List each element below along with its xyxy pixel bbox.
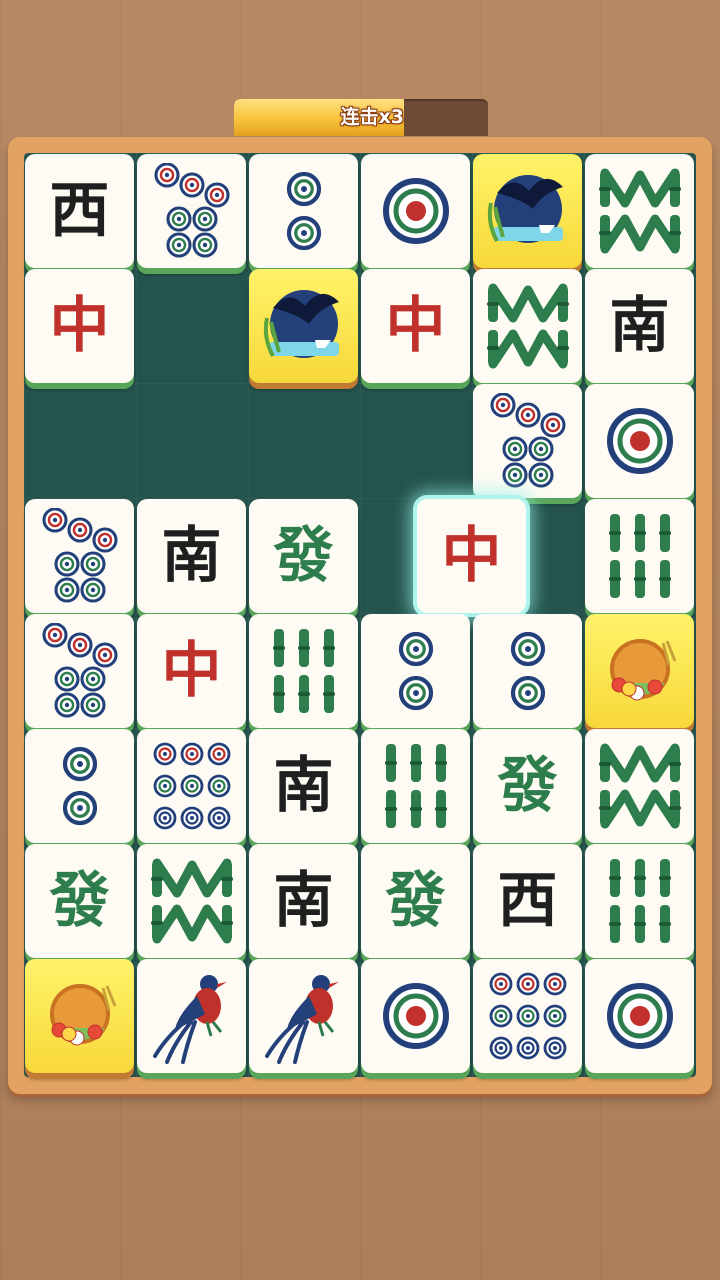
flower-basket-icon	[49, 984, 116, 1046]
tile[interactable]: 發	[25, 844, 134, 958]
bamboo-icon	[150, 858, 233, 944]
tile[interactable]	[137, 154, 246, 268]
tile[interactable]	[249, 154, 358, 268]
dots-icon	[489, 972, 566, 1060]
tile[interactable]	[25, 729, 134, 843]
game-board: 西中中南南發中中南發發南發西	[8, 137, 712, 1094]
tile[interactable]	[361, 614, 470, 728]
tile[interactable]	[473, 154, 582, 268]
tile[interactable]: 中	[361, 269, 470, 383]
bamboo-icon	[608, 859, 671, 943]
tile[interactable]	[585, 384, 694, 498]
bamboo-icon	[608, 514, 671, 598]
tile-character: 南	[273, 751, 334, 821]
dots-icon	[398, 631, 433, 711]
tile[interactable]	[25, 499, 134, 613]
bamboo-icon	[486, 283, 569, 369]
tile[interactable]: 南	[249, 844, 358, 958]
tile[interactable]: 發	[361, 844, 470, 958]
dots-icon	[489, 393, 566, 488]
tile[interactable]	[473, 269, 582, 383]
tile[interactable]	[585, 614, 694, 728]
tile[interactable]	[249, 269, 358, 383]
tile-character: 西	[497, 866, 558, 936]
tile[interactable]	[137, 729, 246, 843]
tile[interactable]	[361, 729, 470, 843]
swallow-icon	[487, 175, 563, 243]
dots-icon	[606, 408, 673, 474]
tile-character: 中	[49, 291, 110, 361]
dots-icon	[153, 742, 230, 830]
swallow-icon	[263, 290, 339, 358]
tile[interactable]: 南	[585, 269, 694, 383]
tile-character: 南	[161, 521, 222, 591]
tile[interactable]: 西	[25, 154, 134, 268]
tile-character: 南	[609, 291, 670, 361]
bamboo-icon	[598, 743, 681, 829]
tile-character: 西	[49, 176, 110, 246]
tile-character: 南	[273, 866, 334, 936]
combo-progress-bar: 连击x3	[234, 99, 488, 136]
tile-character: 發	[385, 866, 446, 936]
dots-icon	[382, 178, 449, 244]
tile[interactable]: 南	[137, 499, 246, 613]
tile[interactable]: 發	[249, 499, 358, 613]
tile[interactable]	[25, 614, 134, 728]
tile[interactable]	[585, 729, 694, 843]
tile-character: 中	[385, 291, 446, 361]
dots-icon	[41, 623, 118, 718]
dots-icon	[286, 171, 321, 251]
dots-icon	[606, 983, 673, 1049]
tile[interactable]	[137, 844, 246, 958]
dots-icon	[62, 746, 97, 826]
tile[interactable]	[249, 959, 358, 1073]
bamboo-icon	[272, 629, 335, 713]
dots-icon	[382, 983, 449, 1049]
tile[interactable]: 中	[137, 614, 246, 728]
tile-character: 發	[497, 751, 558, 821]
tile-character: 發	[49, 866, 110, 936]
tile[interactable]: 中	[25, 269, 134, 383]
board-felt: 西中中南南發中中南發發南發西	[24, 153, 696, 1077]
bird-icon	[264, 975, 339, 1064]
tile[interactable]	[361, 154, 470, 268]
tile[interactable]	[585, 844, 694, 958]
dots-icon	[41, 508, 118, 603]
selected-tile[interactable]: 中	[417, 499, 526, 613]
tile[interactable]	[473, 959, 582, 1073]
bird-icon	[152, 975, 227, 1064]
tile[interactable]	[585, 154, 694, 268]
bamboo-icon	[384, 744, 447, 828]
tile-character: 中	[441, 521, 502, 591]
tile-character: 發	[273, 521, 334, 591]
dots-icon	[153, 163, 230, 258]
tile[interactable]	[361, 959, 470, 1073]
tile[interactable]: 南	[249, 729, 358, 843]
bamboo-icon	[598, 168, 681, 254]
tile[interactable]	[585, 499, 694, 613]
tile[interactable]: 發	[473, 729, 582, 843]
tile[interactable]	[249, 614, 358, 728]
combo-label: 连击x3	[340, 106, 404, 128]
tile[interactable]	[473, 614, 582, 728]
tile[interactable]	[585, 959, 694, 1073]
flower-basket-icon	[609, 639, 676, 701]
tile[interactable]	[25, 959, 134, 1073]
tile-character: 中	[161, 636, 222, 706]
tile[interactable]	[473, 384, 582, 498]
dots-icon	[510, 631, 545, 711]
tile[interactable]: 西	[473, 844, 582, 958]
tile[interactable]	[137, 959, 246, 1073]
